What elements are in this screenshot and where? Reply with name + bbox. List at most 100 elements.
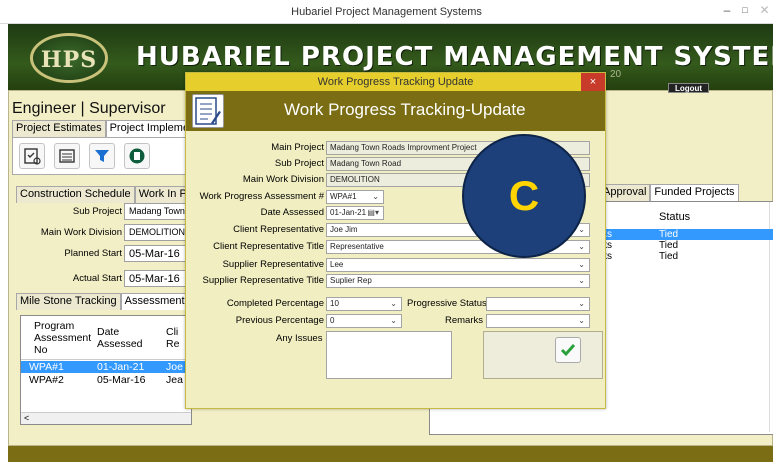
remarks-label: Remarks xyxy=(445,315,484,326)
row-client: Joe xyxy=(166,361,183,373)
actions-panel xyxy=(483,331,603,379)
tab-project-estimates[interactable]: Project Estimates xyxy=(12,120,106,137)
row-completed-percentage: Completed Percentage 10 ⌄ Progressive Sta… xyxy=(186,297,605,311)
date-assessed-picker[interactable]: 01-Jan-21 ▤▾ xyxy=(326,206,384,220)
horizontal-scrollbar[interactable]: < xyxy=(21,412,191,424)
field-main-work-division: Main Work Division DEMOLITION xyxy=(16,224,192,241)
save-button[interactable] xyxy=(555,337,581,363)
assessment-grid: Program Assessment No Date Assessed Cli … xyxy=(20,315,192,425)
filter-icon[interactable] xyxy=(89,143,115,169)
window-title: Hubariel Project Management Systems xyxy=(291,6,482,18)
col-date-assessed[interactable]: Date Assessed xyxy=(97,326,143,350)
supplier-representative-select[interactable]: Lee ⌄ xyxy=(326,258,590,272)
assessment-grid-header: Program Assessment No Date Assessed Cli … xyxy=(21,316,191,360)
row-status: Tied xyxy=(659,240,679,251)
badge-letter: C xyxy=(508,172,540,219)
row-status: Tied xyxy=(659,251,679,262)
planned-start-label: Planned Start xyxy=(64,248,122,259)
any-issues-label: Any Issues xyxy=(276,333,323,344)
chevron-down-icon: ⌄ xyxy=(578,225,585,234)
row-assessment-no: WPA#2 xyxy=(29,374,64,386)
dialog-close-button[interactable]: × xyxy=(581,73,605,91)
window-titlebar: Hubariel Project Management Systems – □ … xyxy=(0,0,773,24)
notepad-icon xyxy=(192,94,224,128)
tab-approval[interactable]: Approval xyxy=(599,184,651,201)
progressive-status-select[interactable]: ⌄ xyxy=(486,297,590,311)
previous-percentage-label: Previous Percentage xyxy=(235,315,324,326)
maximize-button[interactable]: □ xyxy=(736,0,754,20)
checklist-icon[interactable] xyxy=(19,143,45,169)
supplier-representative-title-label: Supplier Representative Title xyxy=(202,275,324,286)
remarks-select[interactable]: ⌄ xyxy=(486,314,590,328)
keyboard-icon[interactable] xyxy=(54,143,80,169)
checkmark-icon xyxy=(560,344,576,357)
dialog-titlebar: Work Progress Tracking Update × xyxy=(186,73,605,91)
chevron-down-icon: ⌄ xyxy=(390,316,397,325)
supplier-representative-title-select[interactable]: Suplier Rep ⌄ xyxy=(326,274,590,288)
table-row[interactable]: WPA#2 05-Mar-16 Jea xyxy=(21,374,191,386)
previous-percentage-select[interactable]: 0 ⌄ xyxy=(326,314,402,328)
lower-tab-strip: Mile Stone Tracking Assessment xyxy=(16,293,189,310)
tab-funded-projects[interactable]: Funded Projects xyxy=(650,184,739,201)
tab-construction-schedule[interactable]: Construction Schedule xyxy=(16,186,135,203)
row-client: Jea xyxy=(166,374,183,386)
right-tab-strip: Approval Funded Projects xyxy=(599,184,739,201)
row-status: Tied xyxy=(659,229,679,240)
calendar-icon: ▤▾ xyxy=(367,208,379,217)
logout-button[interactable]: Logout xyxy=(668,83,709,93)
row-assessment-no: WPA#1 xyxy=(29,361,64,373)
chevron-down-icon: ⌄ xyxy=(578,276,585,285)
chevron-down-icon: ⌄ xyxy=(578,242,585,251)
sub-project-label: Sub Project xyxy=(274,158,324,169)
main-project-label: Main Project xyxy=(271,142,324,153)
completed-percentage-select[interactable]: 10 ⌄ xyxy=(326,297,402,311)
chevron-down-icon: ⌄ xyxy=(372,192,379,201)
tab-mile-stone-tracking[interactable]: Mile Stone Tracking xyxy=(16,293,121,310)
schedule-fields: Sub Project Madang Town R Main Work Divi… xyxy=(16,203,192,288)
table-row[interactable]: WPA#1 01-Jan-21 Joe xyxy=(21,361,191,373)
dialog-window-title: Work Progress Tracking Update xyxy=(317,76,474,88)
any-issues-textarea[interactable] xyxy=(326,331,452,379)
chevron-down-icon: ⌄ xyxy=(390,299,397,308)
toolbar xyxy=(12,137,188,175)
date-assessed-label: Date Assessed xyxy=(260,207,324,218)
tab-assessment[interactable]: Assessment xyxy=(120,293,189,310)
sub-project-label: Sub Project xyxy=(72,206,122,217)
main-work-division-value[interactable]: DEMOLITION xyxy=(124,224,192,241)
main-work-division-label: Main Work Division xyxy=(40,227,122,238)
chevron-down-icon: ⌄ xyxy=(578,260,585,269)
chevron-down-icon: ⌄ xyxy=(578,299,585,308)
completed-percentage-label: Completed Percentage xyxy=(226,298,324,309)
client-representative-title-label: Client Representative Title xyxy=(213,241,324,252)
field-sub-project: Sub Project Madang Town R xyxy=(16,203,192,220)
main-work-division-label: Main Work Division xyxy=(242,174,324,185)
sub-tab-strip: Construction Schedule Work In Pr xyxy=(16,186,195,203)
col-client[interactable]: Cli Re xyxy=(166,326,186,350)
chevron-down-icon: ⌄ xyxy=(578,316,585,325)
minimize-button[interactable]: – xyxy=(718,0,736,20)
sub-project-value[interactable]: Madang Town R xyxy=(124,203,192,220)
close-button[interactable]: ✕ xyxy=(756,0,773,20)
actual-start-value[interactable]: 05-Mar-16 xyxy=(124,270,192,287)
overlay-letter-badge: C xyxy=(462,134,586,258)
row-date: 01-Jan-21 xyxy=(97,361,145,373)
company-logo: HPS xyxy=(30,33,108,83)
logo-text: HPS xyxy=(40,47,98,73)
col-program-assessment-no[interactable]: Program Assessment No xyxy=(34,320,91,356)
assessment-number-select[interactable]: WPA#1 ⌄ xyxy=(326,190,384,204)
field-actual-start: Actual Start 05-Mar-16 xyxy=(16,270,192,287)
row-previous-percentage: Previous Percentage 0 ⌄ Remarks ⌄ xyxy=(186,314,605,328)
col-status[interactable]: Status xyxy=(659,211,690,223)
ledger-icon[interactable] xyxy=(124,143,150,169)
dialog-heading: Work Progress Tracking-Update xyxy=(284,100,526,119)
banner-title: HUBARIEL PROJECT MANAGEMENT SYSTEM xyxy=(136,42,773,72)
assessment-number-label: Work Progress Assessment # xyxy=(199,191,324,202)
planned-start-value[interactable]: 05-Mar-16 xyxy=(124,245,192,262)
scroll-left-arrow[interactable]: < xyxy=(24,413,29,424)
row-date: 05-Mar-16 xyxy=(97,374,146,386)
banner-year-fragment: 20 xyxy=(610,69,622,80)
status-strip xyxy=(8,446,773,462)
row-supplier-representative: Supplier Representative Lee ⌄ xyxy=(186,258,605,272)
progressive-status-label: Progressive Status xyxy=(407,298,487,309)
field-planned-start: Planned Start 05-Mar-16 xyxy=(16,245,192,262)
